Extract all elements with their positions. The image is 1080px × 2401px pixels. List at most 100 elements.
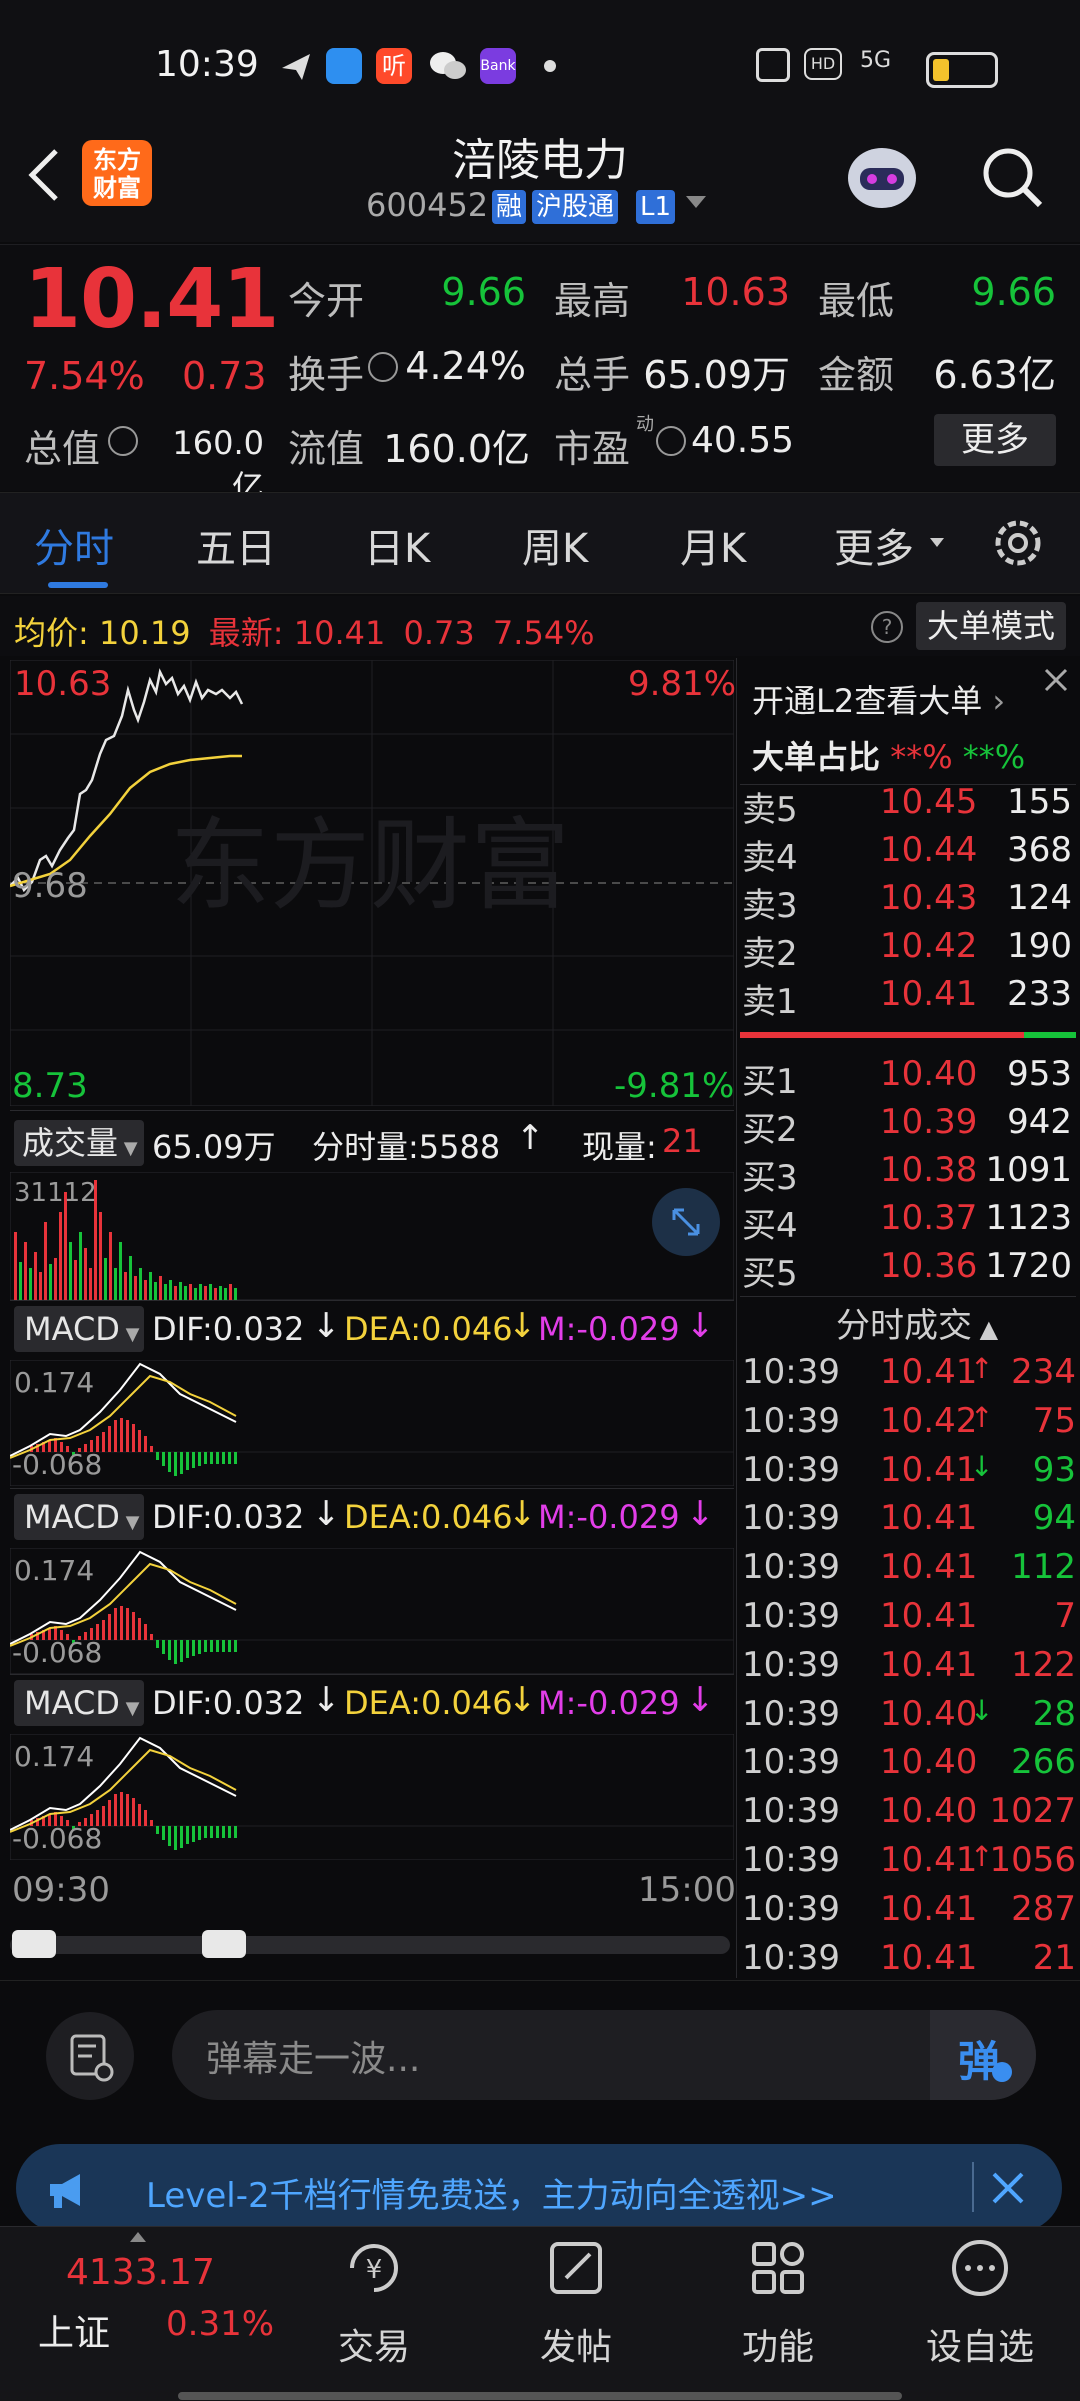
l2-upgrade-link[interactable]: 开通L2查看大单 › (752, 676, 1005, 722)
avg-value: 10.19 (98, 614, 191, 652)
trade-time: 10:39 (742, 1644, 840, 1685)
trade-price: 10.41 (880, 1840, 978, 1880)
ask-level-row[interactable]: 卖1 10.41 233 (742, 974, 1072, 1022)
ask-level-row[interactable]: 卖2 10.42 190 (742, 926, 1072, 974)
trade-volume: 1027 (989, 1791, 1076, 1832)
macd-m: M:-0.029 (538, 1684, 680, 1722)
watchlist-icon[interactable] (948, 2236, 1012, 2300)
time-axis-end: 15:00 (638, 1870, 736, 1910)
big-order-ratio-sell: **% (962, 738, 1026, 776)
time-range-slider[interactable] (10, 1936, 730, 1954)
intraday-price-chart[interactable]: 东方财富 (10, 660, 734, 1106)
ask-level-label: 卖4 (742, 838, 798, 878)
robot-assistant-icon[interactable] (842, 140, 922, 212)
trade-row: 10:39 10.40 266 (742, 1742, 1076, 1790)
app-logo[interactable]: 东方 财富 (82, 140, 152, 206)
comment-settings-icon[interactable] (46, 2012, 134, 2100)
trade-time: 10:39 (742, 1400, 840, 1441)
index-percent[interactable]: 0.31% (166, 2304, 274, 2344)
trades-title[interactable]: 分时成交 ▲ (836, 1298, 998, 1347)
macd-indicator-select[interactable]: MACD ▼ (14, 1306, 144, 1352)
danmu-toggle-button[interactable]: 弹 (930, 2010, 1036, 2100)
tab-5day[interactable]: 五日 (196, 516, 276, 574)
divider (972, 2162, 974, 2212)
info-icon[interactable] (368, 352, 398, 382)
macd-indicator-select[interactable]: MACD ▼ (14, 1494, 144, 1540)
tab-weekly[interactable]: 周K (522, 516, 588, 574)
trade-volume: 28 (1032, 1693, 1076, 1734)
trade-time: 10:39 (742, 1791, 840, 1832)
index-name[interactable]: 上证 (38, 2304, 110, 2356)
bid-level-label: 买5 (742, 1254, 798, 1294)
signal-5g-icon: 5G (860, 48, 892, 73)
back-icon[interactable] (20, 145, 68, 205)
trade-row: 10:39 10.41 ↑ 234 (742, 1352, 1076, 1400)
macd-dea: DEA:0.046 (344, 1498, 513, 1536)
bid-level-label: 买2 (742, 1110, 798, 1150)
nav-post[interactable]: 发帖 (540, 2318, 612, 2370)
tab-intraday[interactable]: 分时 (34, 516, 114, 574)
arrow-down-icon: ↓ (312, 1494, 341, 1534)
stock-name: 涪陵电力 (452, 135, 628, 186)
macd-indicator-select[interactable]: MACD ▼ (14, 1680, 144, 1726)
danmu-button-label: 弹 (958, 2037, 1001, 2086)
latest-value: 10.41 (293, 614, 386, 652)
tab-daily[interactable]: 日K (364, 516, 430, 574)
macd-y-low: -0.068 (12, 1636, 103, 1669)
trade-time: 10:39 (742, 1840, 840, 1880)
nav-functions[interactable]: 功能 (742, 2318, 814, 2370)
gear-icon[interactable] (990, 515, 1046, 571)
danmu-input[interactable]: 弹幕走一波... 弹 (172, 2010, 1036, 2100)
big-order-ratio-buy: **% (890, 738, 953, 776)
nav-trade[interactable]: 交易 (338, 2318, 410, 2370)
ask-level-row[interactable]: 卖3 10.43 124 (742, 878, 1072, 926)
more-button[interactable]: 更多 (934, 414, 1056, 466)
macd-dif: DIF:0.032 (152, 1310, 305, 1348)
bid-level-row[interactable]: 买1 10.40 953 (742, 1054, 1072, 1102)
functions-icon[interactable] (746, 2236, 810, 2300)
chevron-down-icon[interactable] (930, 538, 944, 547)
bid-level-row[interactable]: 买2 10.39 942 (742, 1102, 1072, 1150)
volume-indicator-select[interactable]: 成交量 ▼ (14, 1120, 144, 1166)
trade-volume: 94 (1032, 1498, 1076, 1539)
nav-add-watchlist[interactable]: 设自选 (926, 2318, 1034, 2370)
trade-price: 10.41 (880, 1547, 978, 1588)
volume-label: 总手 (554, 353, 631, 397)
index-value[interactable]: 4133.17 (66, 2252, 215, 2293)
ask-level-row[interactable]: 卖4 10.44 368 (742, 830, 1072, 878)
search-icon[interactable] (980, 145, 1044, 209)
logo-line2: 财富 (93, 174, 141, 202)
ask-level-row[interactable]: 卖5 10.45 155 (742, 782, 1072, 830)
slider-handle-left[interactable] (12, 1930, 56, 1958)
info-icon[interactable] (656, 426, 686, 456)
trade-icon[interactable]: ¥ (342, 2236, 406, 2300)
index-expand-icon[interactable] (130, 2232, 146, 2242)
tag-dropdown-icon[interactable] (686, 196, 706, 208)
bid-level-row[interactable]: 买4 10.37 1123 (742, 1198, 1072, 1246)
trade-price: 10.40 (880, 1791, 978, 1832)
arrow-down-icon: ↓ (312, 1680, 341, 1720)
check-icon (992, 2062, 1012, 2082)
trade-row: 10:39 10.41 112 (742, 1547, 1076, 1595)
low-value: 9.66 (971, 270, 1056, 314)
slider-handle-right[interactable] (202, 1930, 246, 1958)
close-ad-icon[interactable] (986, 2166, 1030, 2210)
macd-y-high: 0.174 (14, 1366, 95, 1399)
bid-level-row[interactable]: 买5 10.36 1720 (742, 1246, 1072, 1294)
tab-more[interactable]: 更多 (834, 516, 914, 574)
tag-level[interactable]: L1 (636, 190, 676, 224)
bid-level-row[interactable]: 买3 10.38 1091 (742, 1150, 1072, 1198)
info-icon[interactable] (108, 426, 138, 456)
volume-chart[interactable] (10, 1172, 734, 1300)
trade-price: 10.41 (880, 1449, 978, 1490)
close-icon[interactable] (1036, 660, 1076, 700)
ask-level-label: 卖1 (742, 982, 798, 1022)
tab-monthly[interactable]: 月K (680, 516, 746, 574)
expand-icon[interactable] (652, 1188, 720, 1256)
help-icon[interactable]: ? (870, 610, 904, 644)
big-order-mode-button[interactable]: 大单模式 (916, 602, 1066, 650)
ask-volume: 190 (1007, 926, 1072, 966)
post-icon[interactable] (544, 2236, 608, 2300)
trade-row: 10:39 10.41 21 (742, 1938, 1076, 1986)
ad-text[interactable]: Level-2千档行情免费送，主力动向全透视>> (146, 2168, 837, 2217)
